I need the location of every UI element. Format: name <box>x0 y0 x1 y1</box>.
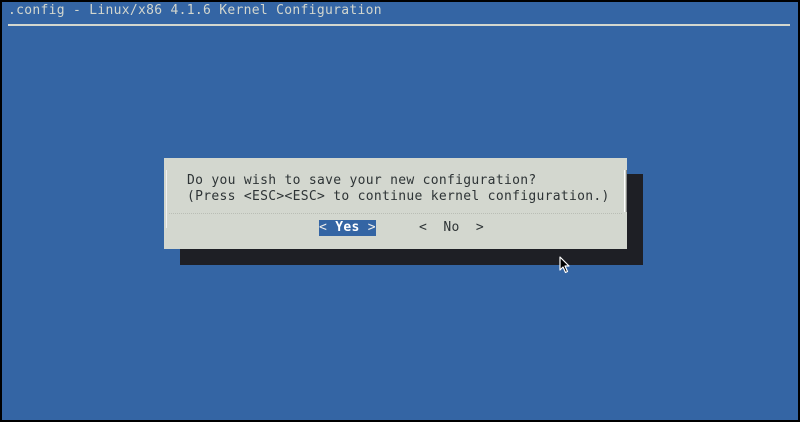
no-button[interactable]: < No > <box>419 220 484 236</box>
dialog-left-border <box>166 170 167 228</box>
yes-button-right-bracket: > <box>367 220 376 235</box>
terminal-screen: .config - Linux/x86 4.1.6 Kernel Configu… <box>2 2 798 420</box>
dialog-hint: (Press <ESC><ESC> to continue kernel con… <box>187 189 610 204</box>
save-config-dialog: Do you wish to save your new configurati… <box>164 158 627 249</box>
yes-button-label: Yes <box>327 220 368 235</box>
yes-button-left-bracket: < <box>319 220 328 235</box>
dialog-question: Do you wish to save your new configurati… <box>187 173 537 188</box>
window-title: .config - Linux/x86 4.1.6 Kernel Configu… <box>8 3 382 18</box>
dialog-right-border-shade <box>626 170 627 212</box>
dialog-right-border <box>624 170 625 212</box>
title-divider <box>8 24 790 26</box>
yes-button[interactable]: < Yes > <box>319 220 376 236</box>
dialog-button-separator <box>169 213 622 214</box>
mouse-pointer-icon <box>559 256 570 274</box>
